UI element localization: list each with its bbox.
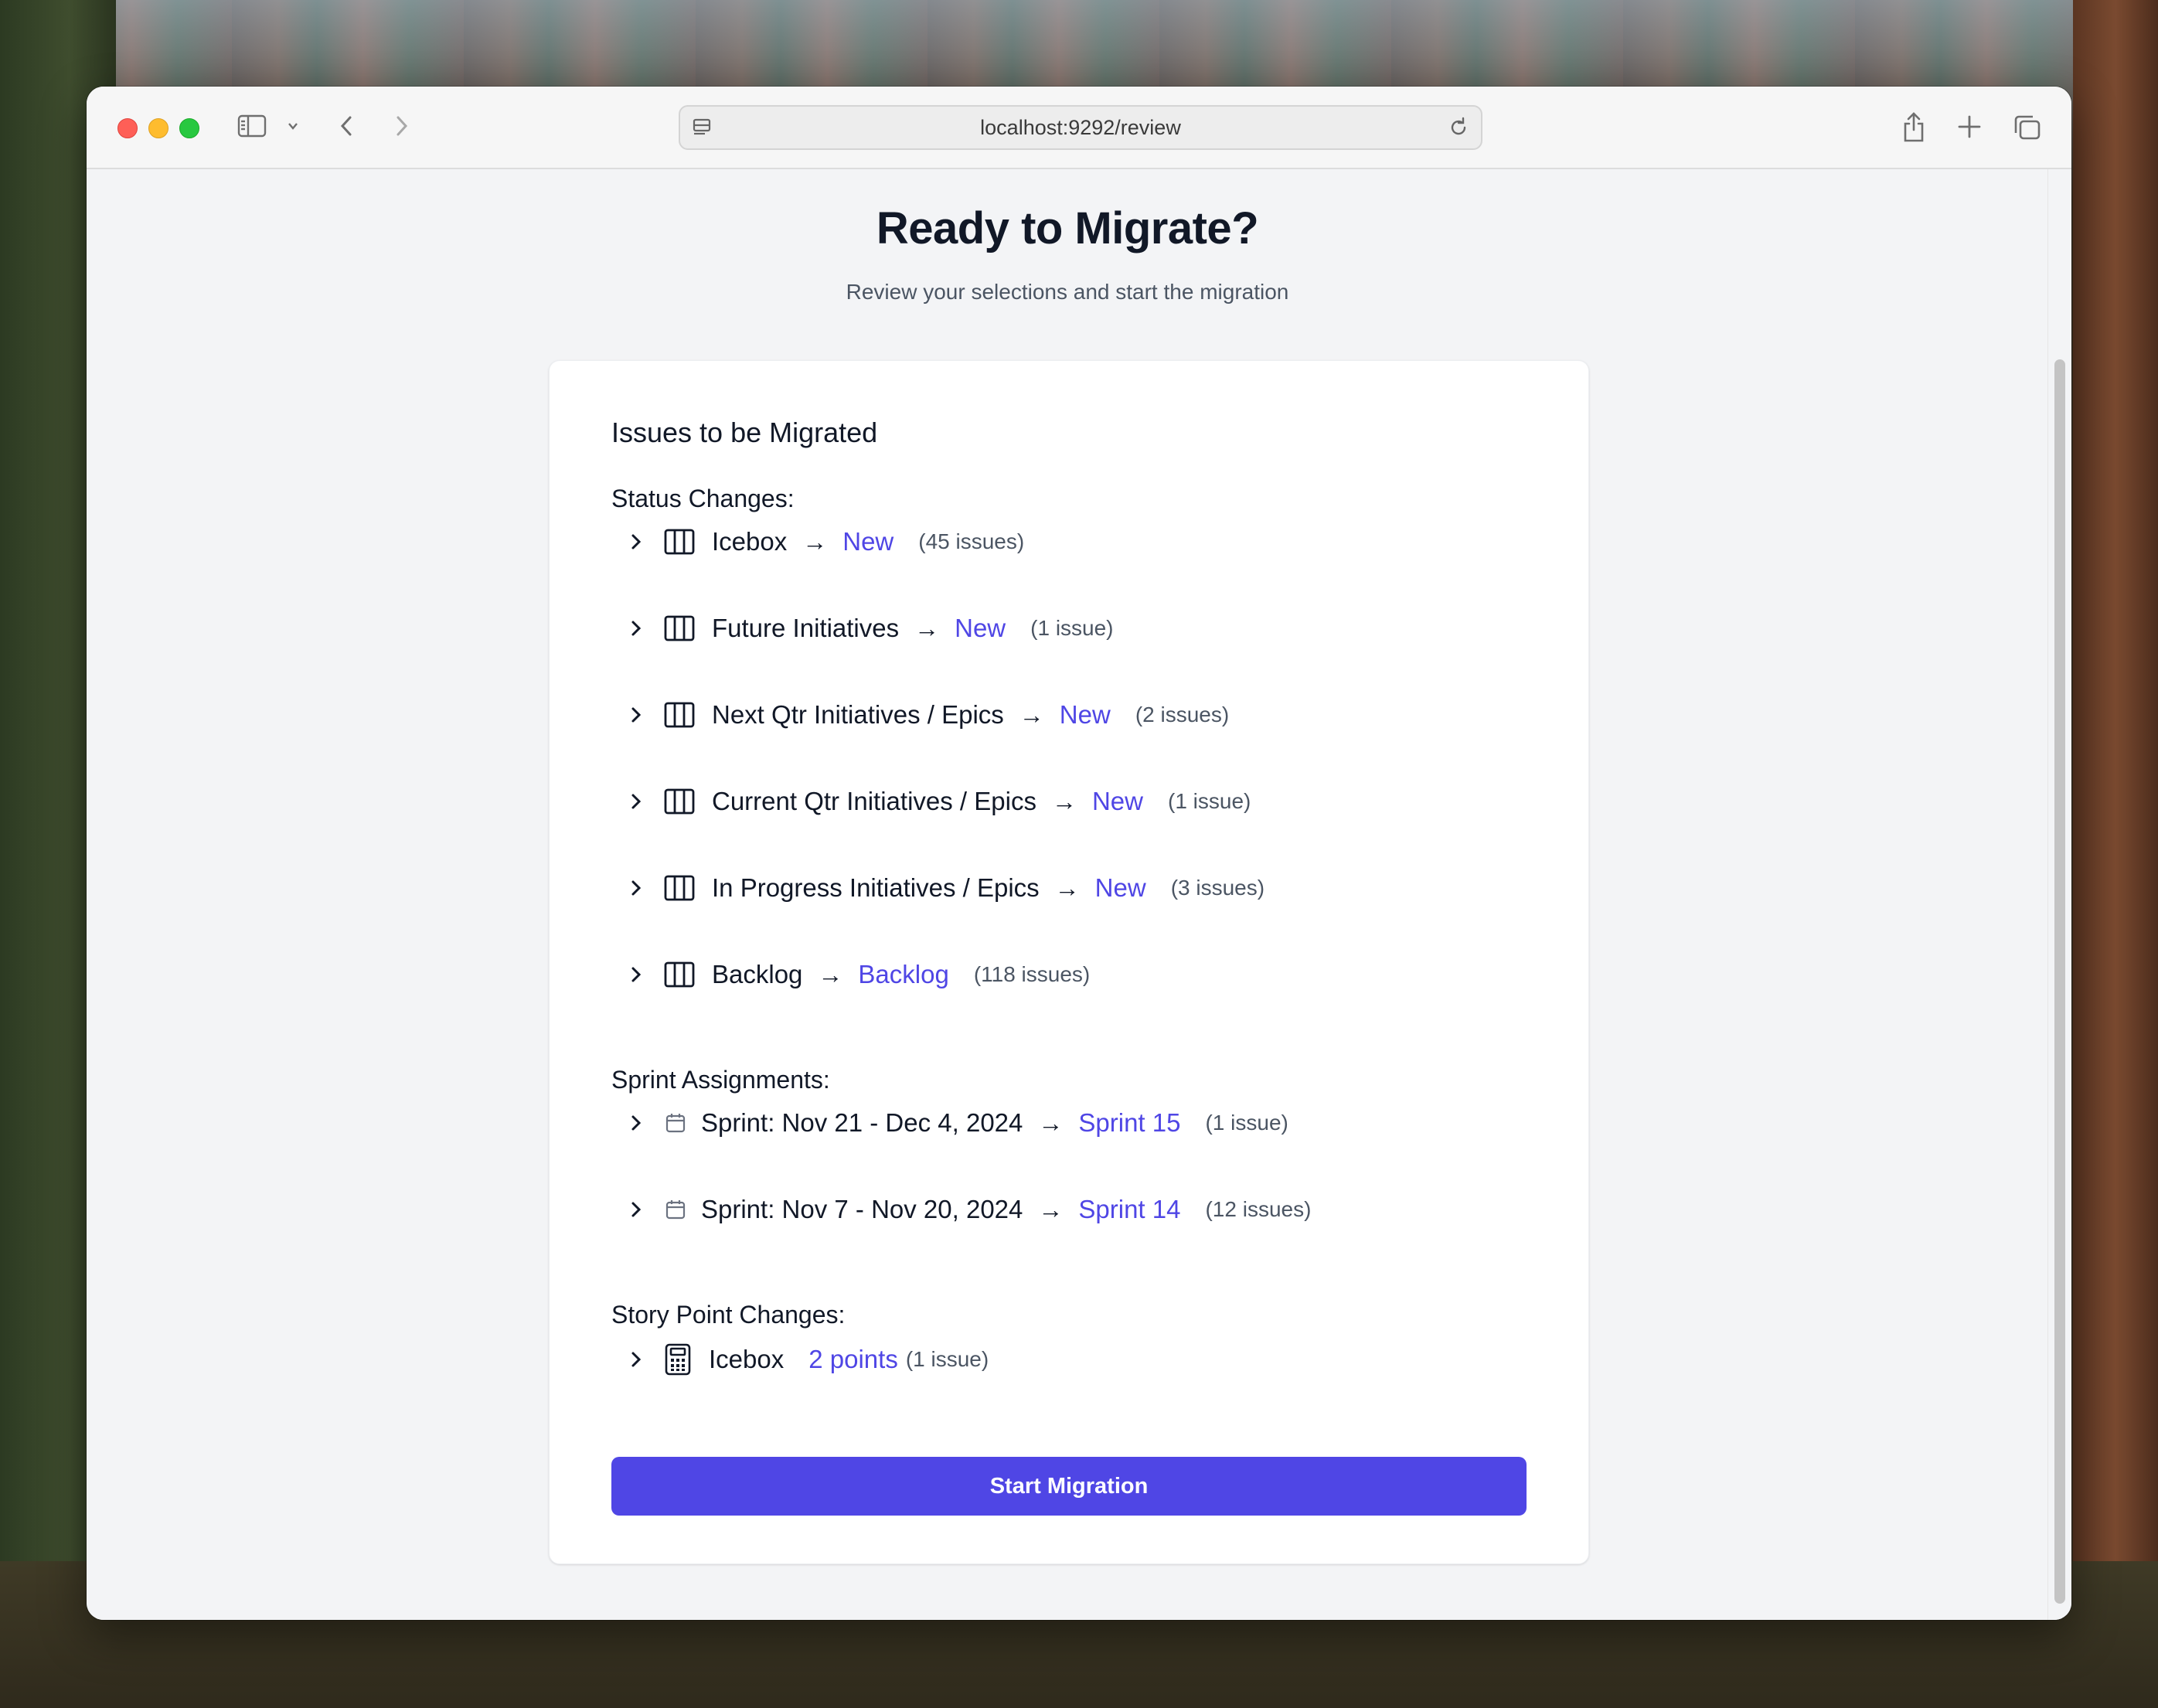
columns-icon xyxy=(664,788,695,815)
story-point-changes-heading: Story Point Changes: xyxy=(611,1301,846,1329)
arrow-right-icon: → xyxy=(1038,1195,1064,1223)
story-points: 2 points xyxy=(808,1345,898,1373)
sprint-from: Sprint: Nov 7 - Nov 20, 2024 xyxy=(701,1195,1023,1223)
status-from: Future Initiatives xyxy=(712,614,900,642)
status-change-row[interactable]: Current Qtr Initiatives / Epics → New (1… xyxy=(627,778,1251,825)
sidebar-toggle-icon[interactable] xyxy=(237,114,267,138)
status-to: New xyxy=(955,614,1006,642)
share-icon[interactable] xyxy=(1898,110,1929,144)
minimize-window-button[interactable] xyxy=(148,118,168,138)
card-title: Issues to be Migrated xyxy=(611,417,878,448)
status-to: New xyxy=(1094,873,1146,902)
chevron-right-icon[interactable] xyxy=(627,1350,645,1369)
story-point-row[interactable]: Icebox 2 points (1 issue) xyxy=(627,1336,989,1383)
calculator-icon xyxy=(664,1343,692,1376)
sprint-assignments-heading: Sprint Assignments: xyxy=(611,1066,830,1094)
browser-window: localhost:9292/review Ready to Migrate? … xyxy=(87,87,2071,1620)
issue-count: (2 issues) xyxy=(1135,703,1230,726)
url-text[interactable]: localhost:9292/review xyxy=(680,107,1481,148)
arrow-right-icon: → xyxy=(1038,1108,1064,1137)
issue-count: (1 issue) xyxy=(1030,616,1114,640)
close-window-button[interactable] xyxy=(117,118,138,138)
wallpaper-trunk-right xyxy=(2073,0,2158,1708)
issue-count: (1 issue) xyxy=(1168,789,1251,813)
page-subtitle: Review your selections and start the mig… xyxy=(846,280,1289,304)
calendar-icon xyxy=(664,1111,687,1135)
status-change-row[interactable]: Next Qtr Initiatives / Epics → New (2 is… xyxy=(627,692,1229,738)
status-from: Next Qtr Initiatives / Epics xyxy=(712,700,1004,729)
story-point-from: Icebox xyxy=(709,1345,785,1373)
columns-icon xyxy=(664,615,695,641)
address-bar[interactable]: localhost:9292/review xyxy=(679,105,1482,150)
arrow-right-icon: → xyxy=(1051,787,1077,815)
status-to: New xyxy=(842,527,894,556)
status-change-row[interactable]: Backlog → Backlog (118 issues) xyxy=(627,951,1090,998)
status-from: In Progress Initiatives / Epics xyxy=(712,873,1040,902)
calendar-icon xyxy=(664,1198,687,1221)
chevron-right-icon[interactable] xyxy=(627,1200,645,1219)
columns-icon xyxy=(664,875,695,901)
scrollbar-thumb[interactable] xyxy=(2054,359,2065,1604)
status-to: Backlog xyxy=(858,960,949,988)
new-tab-icon[interactable] xyxy=(1955,113,1983,141)
start-migration-button[interactable]: Start Migration xyxy=(611,1457,1527,1516)
chevron-right-icon[interactable] xyxy=(627,792,645,811)
issue-count: (45 issues) xyxy=(918,529,1025,553)
issue-count: (1 issue) xyxy=(905,1347,989,1371)
sprint-from: Sprint: Nov 21 - Dec 4, 2024 xyxy=(701,1108,1023,1137)
status-change-row[interactable]: Icebox → New (45 issues) xyxy=(627,519,1024,565)
arrow-right-icon: → xyxy=(1054,873,1080,902)
status-change-row[interactable]: Future Initiatives → New (1 issue) xyxy=(627,605,1114,652)
zoom-window-button[interactable] xyxy=(179,118,199,138)
chevron-down-icon[interactable] xyxy=(286,119,300,133)
status-to: New xyxy=(1059,700,1111,729)
sprint-assignment-row[interactable]: Sprint: Nov 7 - Nov 20, 2024 → Sprint 14… xyxy=(627,1186,1311,1233)
status-from: Icebox xyxy=(712,527,788,556)
chevron-right-icon[interactable] xyxy=(627,706,645,724)
reload-icon[interactable] xyxy=(1447,116,1470,139)
issue-count: (1 issue) xyxy=(1205,1111,1288,1135)
status-changes-heading: Status Changes: xyxy=(611,485,795,512)
arrow-right-icon: → xyxy=(802,527,828,556)
arrow-right-icon: → xyxy=(818,960,843,988)
chevron-right-icon[interactable] xyxy=(627,619,645,638)
arrow-right-icon: → xyxy=(1019,700,1044,729)
columns-icon xyxy=(664,702,695,728)
columns-icon xyxy=(664,961,695,988)
status-to: New xyxy=(1091,787,1143,815)
columns-icon xyxy=(664,529,695,555)
sprint-assignment-row[interactable]: Sprint: Nov 21 - Dec 4, 2024 → Sprint 15… xyxy=(627,1100,1288,1146)
chevron-right-icon[interactable] xyxy=(627,879,645,897)
status-change-row[interactable]: In Progress Initiatives / Epics → New (3… xyxy=(627,865,1265,911)
chevron-right-icon[interactable] xyxy=(627,965,645,984)
issue-count: (118 issues) xyxy=(973,962,1091,986)
migration-summary-card: Issues to be Migrated Status Changes: Ic… xyxy=(549,360,1589,1564)
issue-count: (12 issues) xyxy=(1205,1197,1312,1221)
forward-icon[interactable] xyxy=(388,113,414,139)
chevron-right-icon[interactable] xyxy=(627,1114,645,1132)
sprint-to: Sprint 14 xyxy=(1078,1195,1181,1223)
status-from: Backlog xyxy=(712,960,803,988)
tab-overview-icon[interactable] xyxy=(2011,113,2042,142)
status-from: Current Qtr Initiatives / Epics xyxy=(712,787,1036,815)
page-title: Ready to Migrate? xyxy=(876,203,1259,253)
browser-toolbar: localhost:9292/review xyxy=(87,87,2071,169)
issue-count: (3 issues) xyxy=(1170,876,1265,900)
arrow-right-icon: → xyxy=(914,614,940,642)
chevron-right-icon[interactable] xyxy=(627,532,645,551)
back-icon[interactable] xyxy=(334,113,360,139)
sprint-to: Sprint 15 xyxy=(1078,1108,1181,1137)
